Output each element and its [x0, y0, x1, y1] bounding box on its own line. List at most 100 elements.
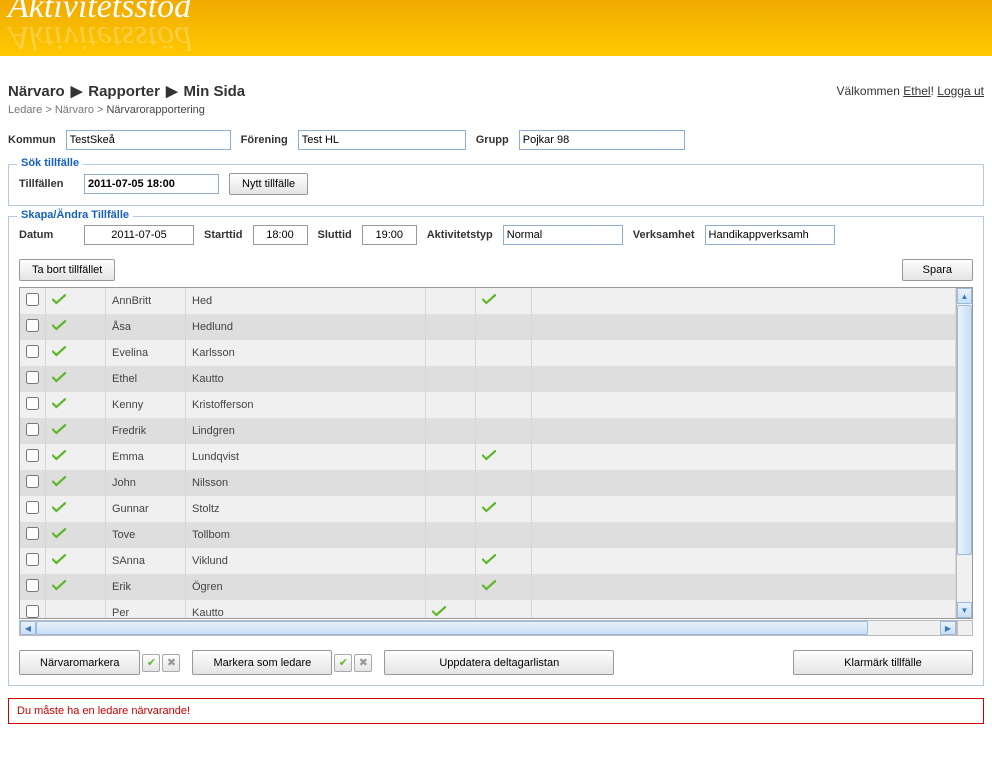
table-row: ÅsaHedlund [20, 314, 956, 340]
check-icon [52, 320, 66, 331]
sluttid-input[interactable] [362, 225, 417, 245]
tillfallen-label: Tillfällen [19, 178, 74, 190]
nav-minsida[interactable]: Min Sida [183, 83, 245, 100]
last-name: Tollbom [186, 522, 426, 548]
row-checkbox[interactable] [26, 527, 39, 540]
check-icon [52, 398, 66, 409]
datum-input[interactable] [84, 225, 194, 245]
row-checkbox[interactable] [26, 501, 39, 514]
starttid-input[interactable] [253, 225, 308, 245]
check-icon [52, 346, 66, 357]
sok-legend: Sök tillfälle [17, 157, 83, 169]
cancel-icon[interactable]: ✖ [162, 654, 180, 672]
last-name: Ögren [186, 574, 426, 600]
table-row: PerKautto [20, 600, 956, 619]
row-checkbox[interactable] [26, 449, 39, 462]
nav-narvaro[interactable]: Närvaro [8, 83, 65, 100]
aktivitetstyp-select[interactable]: Normal [503, 225, 623, 245]
chevron-right-icon: ▶ [166, 82, 178, 100]
check-icon [52, 502, 66, 513]
spara-button[interactable]: Spara [902, 259, 973, 281]
first-name: Evelina [106, 340, 186, 366]
scroll-right-icon[interactable]: ▶ [940, 621, 956, 635]
table-row: EthelKautto [20, 366, 956, 392]
row-checkbox[interactable] [26, 293, 39, 306]
grupp-select[interactable]: Pojkar 98 [519, 130, 685, 150]
check-icon [52, 450, 66, 461]
row-checkbox[interactable] [26, 371, 39, 384]
first-name: Ethel [106, 366, 186, 392]
participant-table: AnnBrittHedÅsaHedlundEvelinaKarlssonEthe… [19, 287, 973, 619]
row-checkbox[interactable] [26, 423, 39, 436]
scroll-down-icon[interactable]: ▼ [957, 602, 972, 618]
datum-label: Datum [19, 229, 74, 241]
check-icon [52, 580, 66, 591]
check-icon [482, 294, 496, 305]
table-row: EmmaLundqvist [20, 444, 956, 470]
scroll-left-icon[interactable]: ◀ [20, 621, 36, 635]
welcome-text: Välkommen Ethel! Logga ut [837, 84, 984, 98]
table-row: ErikÖgren [20, 574, 956, 600]
first-name: Erik [106, 574, 186, 600]
table-row: EvelinaKarlsson [20, 340, 956, 366]
last-name: Stoltz [186, 496, 426, 522]
aktivitetstyp-label: Aktivitetstyp [427, 229, 493, 241]
table-row: ToveTollbom [20, 522, 956, 548]
check-icon[interactable]: ✔ [334, 654, 352, 672]
tabort-tillfallet-button[interactable]: Ta bort tillfället [19, 259, 115, 281]
grupp-label: Grupp [476, 134, 509, 146]
klarmarkt-tillfalle-button[interactable]: Klarmärk tillfälle [793, 650, 973, 675]
row-checkbox[interactable] [26, 397, 39, 410]
crumb-ledare[interactable]: Ledare [8, 104, 42, 116]
row-checkbox[interactable] [26, 319, 39, 332]
check-icon [52, 476, 66, 487]
nytt-tillfalle-button[interactable]: Nytt tillfälle [229, 173, 308, 195]
last-name: Kautto [186, 600, 426, 619]
verksamhet-select[interactable]: Handikappverksamh [705, 225, 835, 245]
forening-select[interactable]: Test HL [298, 130, 466, 150]
check-icon [52, 294, 66, 305]
row-checkbox[interactable] [26, 553, 39, 566]
narvaromarkera-button[interactable]: Närvaromarkera [19, 650, 140, 675]
uppdatera-deltagarlistan-button[interactable]: Uppdatera deltagarlistan [384, 650, 614, 675]
scroll-thumb-h[interactable] [36, 621, 868, 635]
row-checkbox[interactable] [26, 605, 39, 618]
first-name: SAnna [106, 548, 186, 574]
last-name: Hedlund [186, 314, 426, 340]
last-name: Hed [186, 288, 426, 314]
cancel-icon[interactable]: ✖ [354, 654, 372, 672]
last-name: Nilsson [186, 470, 426, 496]
check-icon [52, 528, 66, 539]
table-row: AnnBrittHed [20, 288, 956, 314]
first-name: Fredrik [106, 418, 186, 444]
vertical-scrollbar[interactable]: ▲ ▼ [956, 288, 972, 618]
table-row: JohnNilsson [20, 470, 956, 496]
nav-rapporter[interactable]: Rapporter [88, 83, 160, 100]
kommun-label: Kommun [8, 134, 56, 146]
check-icon[interactable]: ✔ [142, 654, 160, 672]
row-checkbox[interactable] [26, 579, 39, 592]
table-row: SAnnaViklund [20, 548, 956, 574]
scroll-thumb[interactable] [957, 305, 972, 555]
breadcrumb: Ledare > Närvaro > Närvarorapportering [8, 104, 984, 116]
scroll-up-icon[interactable]: ▲ [957, 288, 972, 304]
sluttid-label: Sluttid [318, 229, 352, 241]
row-checkbox[interactable] [26, 475, 39, 488]
markera-som-ledare-button[interactable]: Markera som ledare [192, 650, 332, 675]
main-nav: Närvaro ▶ Rapporter ▶ Min Sida [8, 82, 245, 100]
table-row: KennyKristofferson [20, 392, 956, 418]
check-icon [482, 502, 496, 513]
verksamhet-label: Verksamhet [633, 229, 695, 241]
logout-link[interactable]: Logga ut [937, 84, 984, 98]
banner: Aktivitetsstöd Aktivitetsstöd [0, 0, 992, 56]
kommun-select[interactable]: TestSkeå [66, 130, 231, 150]
row-checkbox[interactable] [26, 345, 39, 358]
tillfallen-select[interactable]: 2011-07-05 18:00 [84, 174, 219, 194]
horizontal-scrollbar[interactable]: ◀ ▶ [19, 620, 957, 636]
error-message: Du måste ha en ledare närvarande! [8, 698, 984, 724]
user-link[interactable]: Ethel [903, 84, 930, 98]
crumb-narvaro[interactable]: Närvaro [55, 104, 94, 116]
welcome-prefix: Välkommen [837, 84, 904, 98]
sok-tillfalle-panel: Sök tillfälle Tillfällen 2011-07-05 18:0… [8, 164, 984, 206]
starttid-label: Starttid [204, 229, 243, 241]
